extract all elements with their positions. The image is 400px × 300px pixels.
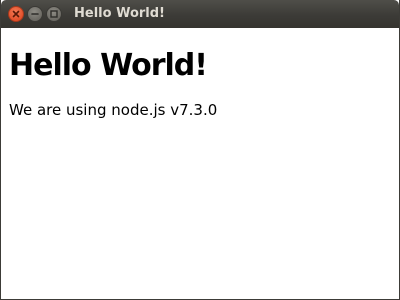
minimize-button[interactable] — [27, 6, 43, 22]
app-window: Hello World! Hello World! We are using n… — [0, 0, 400, 300]
close-button[interactable] — [8, 6, 24, 22]
window-title: Hello World! — [74, 6, 165, 21]
minimize-icon — [31, 13, 39, 15]
page-heading: Hello World! — [9, 48, 208, 83]
window-controls — [8, 6, 62, 22]
maximize-icon — [50, 10, 58, 18]
page-content: Hello World! We are using node.js v7.3.0 — [1, 28, 399, 299]
node-version-text: We are using node.js v7.3.0 — [9, 101, 218, 119]
window-titlebar[interactable]: Hello World! — [1, 0, 399, 28]
close-icon — [12, 10, 20, 18]
maximize-button[interactable] — [46, 6, 62, 22]
